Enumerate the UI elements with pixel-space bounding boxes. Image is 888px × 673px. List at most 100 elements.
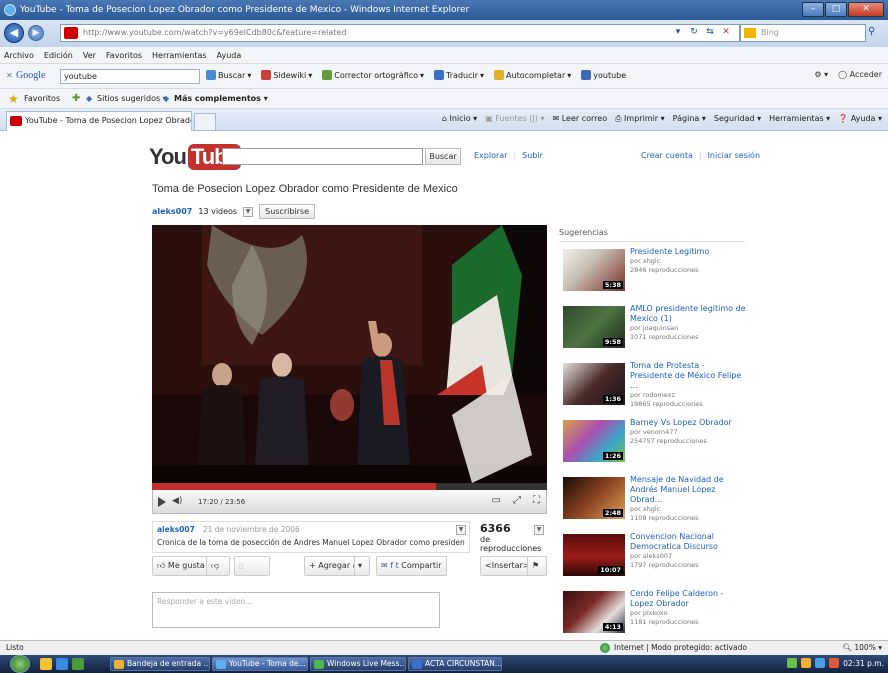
- more-info-dropdown-icon[interactable]: ▼: [456, 525, 466, 535]
- tray-icon[interactable]: [787, 658, 798, 668]
- suggestion-thumbnail[interactable]: 1:36: [563, 363, 625, 405]
- page-menu[interactable]: Página ▾: [673, 114, 706, 124]
- bing-search-input[interactable]: Bing: [740, 24, 866, 42]
- close-window-button[interactable]: ✕: [848, 2, 884, 17]
- google-search-button[interactable]: Buscar ▾: [206, 70, 251, 80]
- suggestion-item[interactable]: 9:58 AMLO presidente legitimo de Mexico …: [559, 304, 749, 356]
- sign-in-link[interactable]: ◯ Acceder: [838, 70, 882, 79]
- home-button[interactable]: ⌂ Inicio ▾: [442, 114, 477, 124]
- subscribe-button[interactable]: Suscribirse: [259, 204, 316, 219]
- stop-icon[interactable]: ✕: [720, 26, 732, 38]
- favorites-star-icon[interactable]: ★: [8, 93, 20, 105]
- stats-dropdown-icon[interactable]: ▼: [534, 525, 544, 535]
- add-to-dropdown-icon[interactable]: ▾: [354, 556, 370, 576]
- taskbar-inbox[interactable]: Bandeja de entrada ...: [110, 657, 210, 671]
- create-account-link[interactable]: Crear cuenta: [641, 151, 693, 160]
- tray-icon[interactable]: [815, 658, 826, 668]
- zoom-control[interactable]: 🔍︎ 100% ▾: [842, 641, 882, 655]
- read-mail-button[interactable]: ✉ Leer correo: [552, 114, 607, 124]
- menu-ayuda[interactable]: Ayuda: [217, 47, 242, 63]
- suggestion-item[interactable]: 10:07 Convencion Nacional Democratica Di…: [559, 532, 749, 584]
- start-button[interactable]: [10, 655, 30, 673]
- share-button[interactable]: ✉ f t Compartir: [376, 556, 447, 576]
- suggestion-title[interactable]: Barney Vs Lopez Obrador: [630, 418, 748, 428]
- google-search-input[interactable]: youtube: [60, 69, 200, 84]
- youtube-search-button[interactable]: Buscar: [425, 148, 461, 165]
- suggestion-title[interactable]: AMLO presidente legitimo de Mexico (1): [630, 304, 748, 324]
- address-bar[interactable]: http://www.youtube.com/watch?v=y69elCdb8…: [60, 24, 740, 42]
- print-button[interactable]: ⎙ Imprimir ▾: [615, 114, 665, 124]
- tray-icon[interactable]: [829, 658, 840, 668]
- help-menu[interactable]: ❓ Ayuda ▾: [838, 114, 882, 124]
- suggestion-thumbnail[interactable]: 2:48: [563, 477, 625, 519]
- suggestion-thumbnail[interactable]: 5:38: [563, 249, 625, 291]
- compatibility-icon[interactable]: ⇆: [704, 26, 716, 38]
- security-zone[interactable]: Internet | Modo protegido: activado: [600, 641, 747, 655]
- comment-input[interactable]: Responder a este video...: [152, 592, 440, 628]
- popout-icon[interactable]: ▭: [492, 495, 501, 506]
- menu-herramientas[interactable]: Herramientas: [152, 47, 207, 63]
- youtube-search-input[interactable]: [222, 148, 423, 165]
- explore-link[interactable]: Explorar: [474, 151, 507, 160]
- suggestion-title[interactable]: Convencion Nacional Democratica Discurso: [630, 532, 748, 552]
- volume-icon[interactable]: ◀): [172, 496, 182, 506]
- suggestion-thumbnail[interactable]: 9:58: [563, 306, 625, 348]
- channel-link[interactable]: aleks007: [152, 207, 192, 216]
- maximize-button[interactable]: □: [825, 2, 847, 17]
- forward-button[interactable]: ▶: [28, 25, 44, 41]
- video-progress-bar[interactable]: [152, 483, 547, 490]
- sidewiki-button[interactable]: Sidewiki ▾: [261, 70, 312, 80]
- flag-icon[interactable]: ⚑: [527, 556, 547, 576]
- tools-menu[interactable]: Herramientas ▾: [769, 114, 830, 124]
- suggestion-title[interactable]: Mensaje de Navidad de Andrés Manuel Lópe…: [630, 475, 748, 505]
- add-favorite-icon[interactable]: ✚: [72, 89, 80, 109]
- menu-ver[interactable]: Ver: [83, 47, 96, 63]
- menu-edicion[interactable]: Edición: [44, 47, 73, 63]
- video-player[interactable]: [152, 225, 547, 483]
- suggestion-title[interactable]: Toma de Protesta - Presidente de México …: [630, 361, 748, 391]
- feeds-button[interactable]: ▣ Fuentes (J) ▾: [485, 114, 544, 124]
- channel-dropdown-icon[interactable]: ▼: [243, 206, 254, 217]
- suggestion-title[interactable]: Cerdo Felipe Calderon - Lopez Obrador: [630, 589, 748, 609]
- suggestion-thumbnail[interactable]: 10:07: [563, 534, 625, 576]
- suggestion-thumbnail[interactable]: 4:13: [563, 591, 625, 633]
- uploader-link[interactable]: aleks007: [157, 525, 195, 534]
- wrench-icon[interactable]: ⚙ ▾: [814, 70, 828, 79]
- taskbar-youtube[interactable]: YouTube - Toma de...: [212, 657, 308, 671]
- dropdown-icon[interactable]: ▾: [672, 26, 684, 38]
- suggestion-item[interactable]: 1:26 Barney Vs Lopez Obrador por venom477…: [559, 418, 749, 470]
- menu-favoritos[interactable]: Favoritos: [106, 47, 142, 63]
- sign-in-link[interactable]: Iniciar sesión: [708, 151, 760, 160]
- expand-icon[interactable]: ⤢: [513, 495, 521, 506]
- back-button[interactable]: ◀: [4, 23, 24, 43]
- search-icon[interactable]: ⚲: [868, 26, 882, 40]
- menu-archivo[interactable]: Archivo: [4, 47, 34, 63]
- ie-icon[interactable]: [56, 658, 68, 670]
- like-button[interactable]: 👍︎ Me gusta: [152, 556, 210, 576]
- play-icon[interactable]: [158, 497, 166, 507]
- suggestion-title[interactable]: Presidente Legitimo: [630, 247, 748, 257]
- tray-icon[interactable]: [801, 658, 812, 668]
- taskbar-messenger[interactable]: Windows Live Mess...: [310, 657, 406, 671]
- refresh-icon[interactable]: ↻: [688, 26, 700, 38]
- suggestion-item[interactable]: 2:48 Mensaje de Navidad de Andrés Manuel…: [559, 475, 749, 527]
- dislike-button[interactable]: 👎︎: [206, 556, 230, 576]
- fullscreen-icon[interactable]: ⛶: [533, 495, 540, 506]
- spellcheck-button[interactable]: Corrector ortográfico ▾: [322, 70, 424, 80]
- taskbar-acta[interactable]: ACTA CIRCUNSTAN...: [408, 657, 502, 671]
- suggested-sites-link[interactable]: Sitios sugeridos ▾: [97, 89, 167, 109]
- tab-youtube[interactable]: YouTube - Toma de Posecion Lopez Obrador…: [6, 111, 192, 131]
- suggestion-item[interactable]: 1:36 Toma de Protesta - Presidente de Mé…: [559, 361, 749, 413]
- close-toolbar-icon[interactable]: ✕: [6, 71, 13, 80]
- new-tab-button[interactable]: [194, 113, 216, 131]
- show-desktop-icon[interactable]: [72, 658, 84, 670]
- suggestion-item[interactable]: 5:38 Presidente Legitimo por xhglc 2846 re…: [559, 247, 749, 299]
- translate-button[interactable]: Traducir ▾: [434, 70, 484, 80]
- youtube-bookmark-button[interactable]: youtube: [581, 70, 626, 80]
- explorer-icon[interactable]: [40, 658, 52, 670]
- minimize-button[interactable]: –: [802, 2, 824, 17]
- autofill-button[interactable]: Autocompletar ▾: [494, 70, 571, 80]
- safety-menu[interactable]: Seguridad ▾: [714, 114, 761, 124]
- suggestion-item[interactable]: 4:13 Cerdo Felipe Calderon - Lopez Obrad…: [559, 589, 749, 641]
- upload-link[interactable]: Subir: [522, 151, 543, 160]
